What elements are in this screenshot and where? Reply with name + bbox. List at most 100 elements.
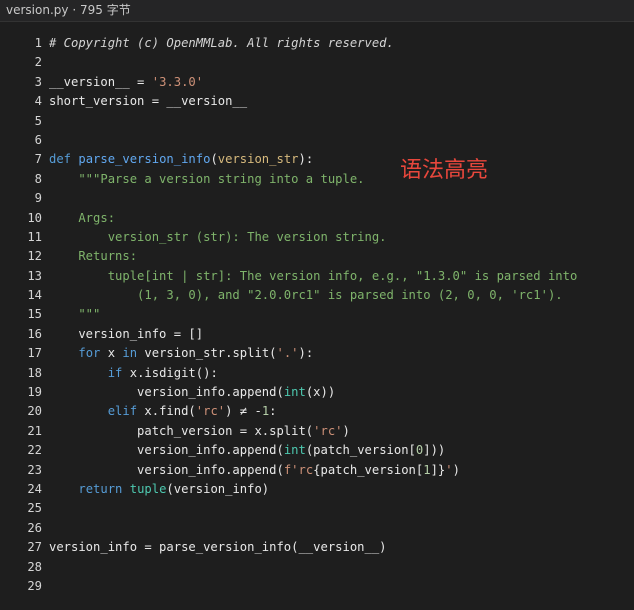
code-line: 9 bbox=[0, 189, 634, 208]
code-token: ): bbox=[298, 346, 314, 361]
code-line: 25 bbox=[0, 499, 634, 518]
code-line: 1 # Copyright (c) OpenMMLab. All rights r… bbox=[0, 34, 634, 53]
code-line: 27 version_info = parse_version_info(__ve… bbox=[0, 538, 634, 557]
line-number: 17 bbox=[27, 346, 42, 361]
line-number: 21 bbox=[27, 423, 42, 438]
line-content: if x.isdigit(): bbox=[42, 364, 218, 383]
line-number: 7 bbox=[34, 152, 42, 167]
code-token: ]} bbox=[430, 462, 446, 477]
line-number: 27 bbox=[27, 540, 42, 555]
code-token: ): bbox=[298, 152, 314, 167]
code-token: return bbox=[78, 481, 123, 496]
line-number: 5 bbox=[34, 113, 42, 128]
line-content: version_str (str): The version string. bbox=[42, 228, 387, 247]
line-content: elif x.find('rc') ≠ -1: bbox=[42, 402, 277, 421]
code-line: 8 """Parse a version string into a tuple… bbox=[0, 170, 634, 189]
syntax-highlight-annotation: 语法高亮 bbox=[400, 158, 489, 183]
line-number: 29 bbox=[27, 578, 42, 593]
code-line: 11 version_str (str): The version string… bbox=[0, 228, 634, 247]
line-number: 28 bbox=[27, 559, 42, 574]
header-separator: · bbox=[72, 3, 77, 17]
line-number: 9 bbox=[34, 191, 42, 206]
code-line: 10 Args: bbox=[0, 209, 634, 228]
code-token: ( bbox=[210, 152, 218, 167]
code-token: if bbox=[107, 365, 123, 380]
code-token: : bbox=[269, 404, 277, 419]
code-line: 3 __version__ = '3.3.0' bbox=[0, 73, 634, 92]
code-token: int bbox=[283, 443, 306, 458]
code-token: version_str (str): The version string. bbox=[49, 229, 387, 244]
code-token: version_info = [] bbox=[49, 326, 204, 341]
code-token: '.' bbox=[276, 346, 299, 361]
line-number: 2 bbox=[34, 55, 42, 70]
line-content bbox=[42, 577, 49, 596]
code-token: tuple bbox=[129, 481, 167, 496]
code-token: version_info = parse_version_info(__vers… bbox=[49, 540, 387, 555]
code-token: __version__ = bbox=[49, 74, 152, 89]
code-token: x bbox=[100, 346, 123, 361]
line-number: 11 bbox=[27, 229, 42, 244]
code-token: patch_version = x.split( bbox=[49, 423, 314, 438]
line-content: for x in version_str.split('.'): bbox=[42, 344, 313, 363]
line-number: 14 bbox=[27, 288, 42, 303]
line-content bbox=[42, 189, 49, 208]
line-number: 20 bbox=[27, 404, 42, 419]
code-token: '3.3.0' bbox=[151, 74, 204, 89]
line-content: Args: bbox=[42, 209, 115, 228]
line-number: 8 bbox=[34, 171, 42, 186]
code-token: tuple[int | str]: The version info, e.g.… bbox=[49, 268, 578, 283]
line-content: version_info = parse_version_info(__vers… bbox=[42, 538, 387, 557]
code-token: f'rc bbox=[283, 462, 314, 477]
code-token: parse_version_info bbox=[78, 152, 211, 167]
code-line: 19 version_info.append(int(x)) bbox=[0, 383, 634, 402]
code-line: 26 bbox=[0, 519, 634, 538]
code-token: short_version = __version__ bbox=[49, 94, 248, 109]
code-token: ) bbox=[342, 423, 350, 438]
code-token: ])) bbox=[423, 443, 446, 458]
code-line: 4 short_version = __version__ bbox=[0, 92, 634, 111]
code-token: """Parse a version string into a tuple. bbox=[49, 171, 365, 186]
line-content: version_info.append(int(patch_version[0]… bbox=[42, 441, 445, 460]
file-name[interactable]: version.py bbox=[6, 3, 68, 17]
code-token: (patch_version[ bbox=[305, 443, 416, 458]
code-token: Args: bbox=[49, 210, 116, 225]
code-line: 6 bbox=[0, 131, 634, 150]
line-content bbox=[42, 558, 49, 577]
line-content: __version__ = '3.3.0' bbox=[42, 73, 203, 92]
code-line: 5 bbox=[0, 112, 634, 131]
code-line: 20 elif x.find('rc') ≠ -1: bbox=[0, 402, 634, 421]
code-token: (version_info) bbox=[166, 481, 270, 496]
code-line: 24 return tuple(version_info) bbox=[0, 480, 634, 499]
line-content: (1, 3, 0), and "2.0.0rc1" is parsed into… bbox=[42, 286, 563, 305]
code-line: 15 """ bbox=[0, 305, 634, 324]
code-line: 13 tuple[int | str]: The version info, e… bbox=[0, 267, 634, 286]
code-token: (1, 3, 0), and "2.0.0rc1" is parsed into… bbox=[49, 288, 563, 303]
code-viewer: version.py · 795 字节 1 # Copyright (c) Ope… bbox=[0, 0, 634, 610]
line-content: version_info = [] bbox=[42, 325, 203, 344]
code-token: version_info.append( bbox=[49, 443, 284, 458]
code-token: 'rc' bbox=[313, 423, 343, 438]
code-line: 28 bbox=[0, 558, 634, 577]
code-line: 23 version_info.append(f'rc{patch_versio… bbox=[0, 461, 634, 480]
line-number: 16 bbox=[27, 326, 42, 341]
code-token: x.isdigit(): bbox=[122, 365, 218, 380]
code-line: 7 def parse_version_info(version_str): bbox=[0, 150, 634, 169]
code-area[interactable]: 1 # Copyright (c) OpenMMLab. All rights r… bbox=[0, 34, 634, 596]
line-content bbox=[42, 53, 49, 72]
line-content: version_info.append(f'rc{patch_version[1… bbox=[42, 461, 460, 480]
line-content bbox=[42, 112, 49, 131]
code-token: elif bbox=[107, 404, 138, 419]
code-line: 2 bbox=[0, 53, 634, 72]
line-content: patch_version = x.split('rc') bbox=[42, 422, 350, 441]
line-number: 15 bbox=[27, 307, 42, 322]
file-size: 795 字节 bbox=[79, 3, 131, 17]
code-token: x.find( bbox=[137, 404, 196, 419]
code-token: def bbox=[49, 152, 79, 167]
line-content: """Parse a version string into a tuple. bbox=[42, 170, 365, 189]
line-number: 13 bbox=[27, 268, 42, 283]
code-line: 16 version_info = [] bbox=[0, 325, 634, 344]
